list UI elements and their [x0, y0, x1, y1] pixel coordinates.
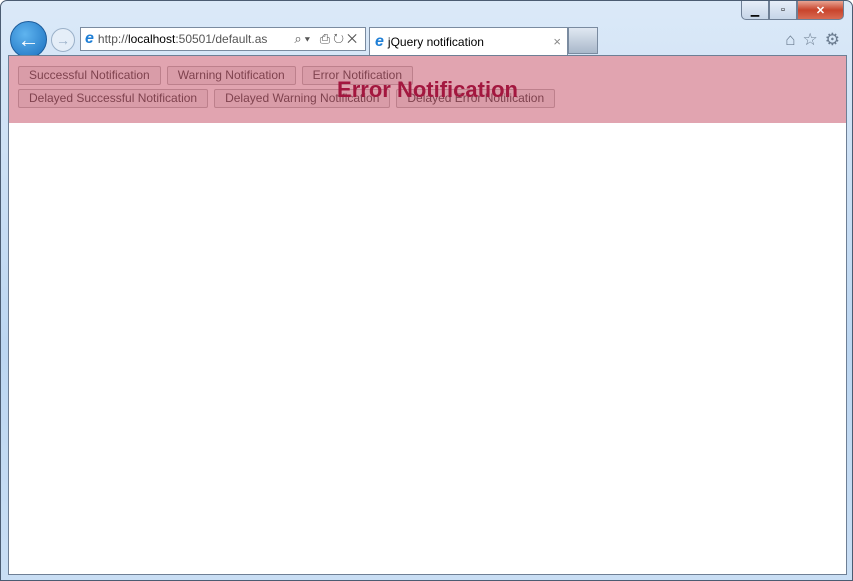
url-host: localhost: [127, 32, 176, 46]
error-notification-banner[interactable]: Error Notification: [9, 56, 846, 123]
home-icon[interactable]: ⌂: [785, 30, 795, 50]
url-prefix: http://: [97, 32, 128, 46]
minimize-button[interactable]: ▁: [741, 1, 769, 20]
tab-title: jQuery notification: [387, 34, 484, 49]
maximize-button[interactable]: ▫: [769, 1, 797, 20]
url-rest: :50501/default.as: [175, 32, 268, 46]
forward-button[interactable]: →: [51, 28, 75, 52]
notification-text: Error Notification: [337, 76, 518, 102]
ie-icon: e: [85, 30, 94, 47]
gear-icon[interactable]: ⚙: [825, 30, 840, 50]
close-button[interactable]: ✕: [797, 1, 844, 20]
address-tools-icons[interactable]: ⌕▾ ⎙↻✕: [294, 31, 360, 47]
star-icon[interactable]: ☆: [803, 30, 818, 50]
address-bar[interactable]: e http://localhost:50501/default.as ⌕▾ ⎙…: [80, 27, 366, 51]
new-tab-button[interactable]: [568, 27, 598, 54]
tab-close-icon[interactable]: ×: [553, 34, 561, 49]
ie-icon: e: [375, 32, 384, 50]
page-content: Successful Notification Warning Notifica…: [8, 55, 847, 575]
browser-window: ▁ ▫ ✕ ← → e http://localhost:50501/defau…: [0, 0, 853, 581]
tab-jquery-notification[interactable]: e jQuery notification ×: [369, 27, 568, 55]
back-button[interactable]: ←: [10, 21, 47, 58]
